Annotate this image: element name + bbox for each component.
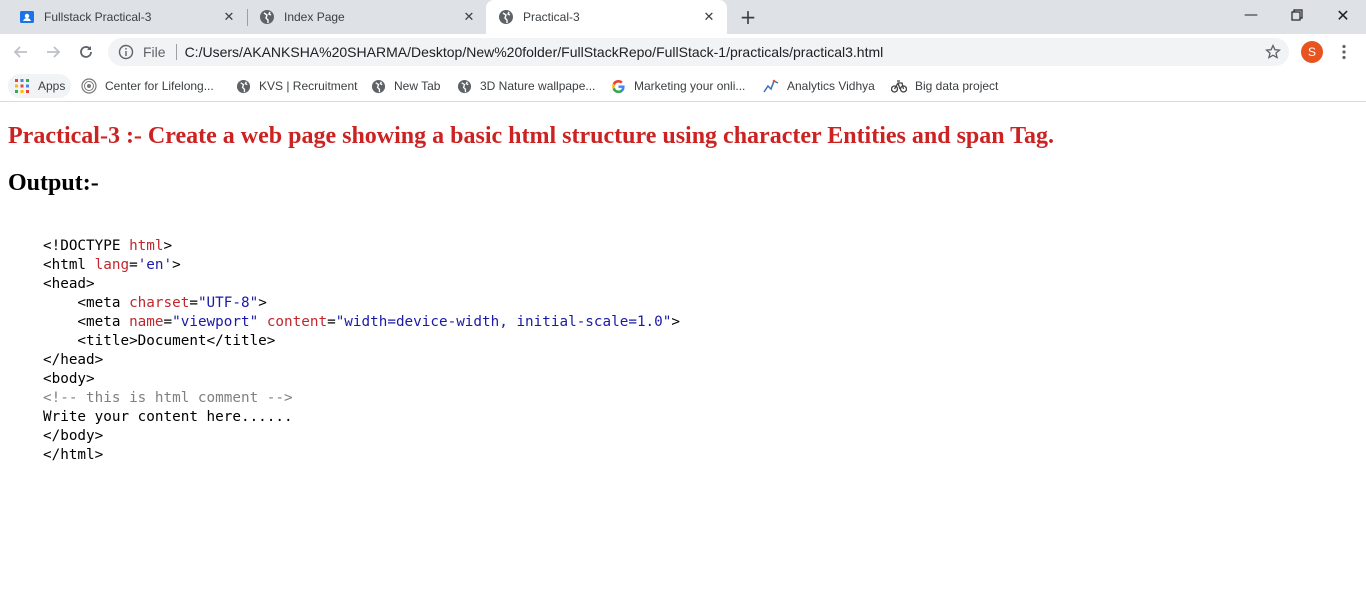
globe-icon (498, 9, 514, 25)
minimize-icon[interactable]: — (1228, 0, 1274, 30)
url-text[interactable]: C:/Users/AKANKSHA%20SHARMA/Desktop/New%2… (185, 44, 884, 60)
tab-strip: Fullstack Practical-3 ✕ Index Page ✕ Pra… (0, 0, 1366, 34)
classroom-icon (19, 9, 35, 25)
bookmark-marketing[interactable]: Marketing your onli... (610, 74, 745, 98)
bookmark-label: KVS | Recruitment (259, 79, 358, 93)
scheme-label: File (143, 44, 166, 60)
bookmark-label: New Tab (394, 79, 441, 93)
bookmark-label: 3D Nature wallpape... (480, 79, 596, 93)
bookmark-big-data-project[interactable]: Big data project (891, 74, 998, 98)
analytics-icon (763, 78, 779, 94)
close-icon[interactable]: ✕ (221, 9, 237, 25)
tab-title: Practical-3 (523, 10, 580, 24)
page-heading: Practical-3 :- Create a web page showing… (8, 123, 1054, 149)
output-label: Output:- (8, 170, 99, 196)
bookmark-label: Center for Lifelong... (105, 79, 214, 93)
divider (175, 44, 177, 60)
tab-fullstack-practical-3[interactable]: Fullstack Practical-3 ✕ (0, 0, 247, 34)
tab-index-page[interactable]: Index Page ✕ (240, 0, 487, 34)
code-line: <title>Document</title> (43, 333, 276, 349)
bookmarks-bar: Apps Center for Lifelong... KVS | Recrui… (0, 70, 1366, 102)
bookmark-new-tab[interactable]: New Tab (370, 74, 440, 98)
close-icon[interactable]: ✕ (461, 9, 477, 25)
bookmark-analytics-vidhya[interactable]: Analytics Vidhya (763, 74, 875, 98)
apps-grid-icon (14, 78, 30, 94)
browser-toolbar: File C:/Users/AKANKSHA%20SHARMA/Desktop/… (0, 34, 1366, 70)
code-line: </html> (43, 447, 104, 463)
bookmark-3d-nature[interactable]: 3D Nature wallpape... (456, 74, 595, 98)
more-menu-icon[interactable] (1334, 40, 1354, 64)
code-comment: <!-- this is html comment --> (43, 390, 293, 406)
info-icon[interactable] (118, 44, 134, 60)
reload-icon[interactable] (74, 40, 98, 64)
bookmark-label: Big data project (915, 79, 999, 93)
globe-icon (456, 78, 472, 94)
globe-icon (235, 78, 251, 94)
address-bar[interactable]: File C:/Users/AKANKSHA%20SHARMA/Desktop/… (108, 38, 1289, 66)
code-line: <head> (43, 276, 95, 292)
forward-icon[interactable] (41, 40, 65, 64)
code-line: <meta name="viewport" content="width=dev… (43, 314, 680, 330)
code-line: Write your content here...... (43, 409, 293, 425)
close-window-icon[interactable]: ✕ (1320, 0, 1366, 30)
code-line: </body> (43, 428, 104, 444)
bookmark-label: Marketing your onli... (634, 79, 746, 93)
bookmark-kvs-recruitment[interactable]: KVS | Recruitment (235, 74, 357, 98)
globe-icon (370, 78, 386, 94)
star-icon[interactable] (1265, 44, 1281, 60)
seal-icon (81, 78, 97, 94)
code-line: <!DOCTYPE html> (43, 238, 173, 254)
new-tab-button[interactable]: + (737, 5, 759, 29)
bookmark-apps[interactable]: Apps (8, 74, 72, 98)
bookmark-label: Analytics Vidhya (787, 79, 875, 93)
bookmark-center-lifelong[interactable]: Center for Lifelong... (81, 74, 214, 98)
bookmark-label: Apps (38, 79, 66, 93)
tab-practical-3[interactable]: Practical-3 ✕ (486, 0, 727, 34)
close-icon[interactable]: ✕ (701, 9, 717, 25)
code-line: <body> (43, 371, 95, 387)
globe-icon (259, 9, 275, 25)
google-icon (610, 78, 626, 94)
restore-icon[interactable] (1274, 0, 1320, 30)
code-sample: <!DOCTYPE html> <html lang='en'> <head> <m… (43, 237, 680, 465)
tab-title: Index Page (284, 10, 345, 24)
tab-title: Fullstack Practical-3 (44, 10, 152, 24)
code-line: <html lang='en'> (43, 257, 181, 273)
bike-icon (891, 78, 907, 94)
back-icon[interactable] (9, 40, 33, 64)
code-line: <meta charset="UTF-8"> (43, 295, 267, 311)
page-content: Practical-3 :- Create a web page showing… (0, 103, 1366, 599)
avatar[interactable]: S (1301, 41, 1323, 63)
code-line: </head> (43, 352, 104, 368)
